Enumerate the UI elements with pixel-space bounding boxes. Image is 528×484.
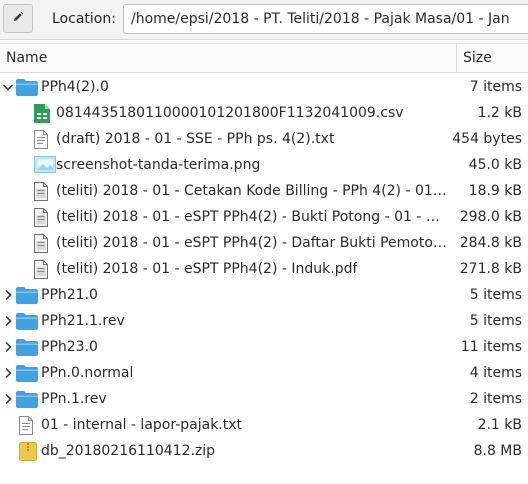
- item-size: 298.0 kB: [459, 209, 522, 225]
- item-name: (teliti) 2018 - 01 - eSPT PPh4(2) - Bukt…: [56, 209, 448, 225]
- item-name: (teliti) 2018 - 01 - eSPT PPh4(2) - Indu…: [56, 261, 358, 277]
- size-column-header[interactable]: Size: [463, 50, 492, 66]
- file-row[interactable]: (teliti) 2018 - 01 - eSPT PPh4(2) - Indu…: [0, 256, 528, 282]
- file-row[interactable]: (teliti) 2018 - 01 - eSPT PPh4(2) - Daft…: [0, 230, 528, 256]
- name-column-header[interactable]: Name: [6, 50, 47, 66]
- folder-icon: [16, 312, 38, 330]
- item-name: 0814435180110000101201800F1132041009.csv: [56, 105, 404, 121]
- text-file-icon: [19, 416, 39, 435]
- item-name: PPh4(2).0: [41, 79, 109, 95]
- item-name: PPn.1.rev: [41, 391, 107, 407]
- item-size: 454 bytes: [452, 131, 522, 147]
- folder-icon: [16, 364, 38, 382]
- file-row[interactable]: 0814435180110000101201800F1132041009.csv…: [0, 100, 528, 126]
- folder-row[interactable]: PPn.0.normal 4 items: [0, 360, 528, 386]
- chevron-right-icon[interactable]: [2, 393, 14, 405]
- item-size: 2 items: [469, 391, 522, 407]
- item-size: 7 items: [469, 79, 522, 95]
- item-size: 2.1 kB: [477, 417, 522, 433]
- item-size: 45.0 kB: [468, 157, 522, 173]
- chevron-right-icon[interactable]: [2, 341, 14, 353]
- chevron-down-icon[interactable]: [2, 81, 14, 93]
- item-name: (teliti) 2018 - 01 - eSPT PPh4(2) - Daft…: [56, 235, 448, 251]
- pdf-file-icon: [34, 234, 54, 253]
- file-row[interactable]: (teliti) 2018 - 01 - eSPT PPh4(2) - Bukt…: [0, 204, 528, 230]
- item-name: db_20180216110412.zip: [41, 443, 216, 459]
- chevron-right-icon[interactable]: [2, 315, 14, 327]
- image-icon: [34, 156, 56, 174]
- folder-row[interactable]: PPh23.0 11 items: [0, 334, 528, 360]
- folder-row[interactable]: PPh21.0 5 items: [0, 282, 528, 308]
- item-size: 4 items: [469, 365, 522, 381]
- location-toolbar: Location: /home/epsi/2018 - PT. Teliti/2…: [0, 0, 528, 40]
- item-size: 8.8 MB: [473, 443, 522, 459]
- item-size: 284.8 kB: [459, 235, 522, 251]
- item-name: PPn.0.normal: [41, 365, 134, 381]
- folder-icon: [16, 338, 38, 356]
- item-name: PPh21.0: [41, 287, 98, 303]
- folder-row[interactable]: PPh4(2).0 7 items: [0, 74, 528, 100]
- item-size: 1.2 kB: [477, 105, 522, 121]
- item-name: (draft) 2018 - 01 - SSE - PPh ps. 4(2).t…: [56, 131, 335, 147]
- folder-icon: [16, 390, 38, 408]
- item-size: 5 items: [469, 313, 522, 329]
- chevron-right-icon[interactable]: [2, 367, 14, 379]
- item-size: 11 items: [460, 339, 522, 355]
- pdf-file-icon: [34, 182, 54, 201]
- file-list: PPh4(2).0 7 items 081443518011000010120180…: [0, 74, 528, 464]
- text-file-icon: [34, 130, 54, 149]
- spreadsheet-icon: [34, 104, 54, 123]
- chevron-right-icon[interactable]: [2, 289, 14, 301]
- folder-icon: [16, 78, 38, 96]
- item-size: 271.8 kB: [459, 261, 522, 277]
- item-name: 01 - internal - lapor-pajak.txt: [41, 417, 243, 433]
- pdf-file-icon: [34, 260, 54, 279]
- location-path-input[interactable]: /home/epsi/2018 - PT. Teliti/2018 - Paja…: [123, 4, 528, 34]
- item-name: PPh21.1.rev: [41, 313, 125, 329]
- item-name: screenshot-tanda-terima.png: [56, 157, 261, 173]
- item-size: 18.9 kB: [468, 183, 522, 199]
- item-name: (teliti) 2018 - 01 - Cetakan Kode Billin…: [56, 183, 448, 199]
- location-label: Location:: [52, 11, 116, 27]
- file-row[interactable]: screenshot-tanda-terima.png 45.0 kB: [0, 152, 528, 178]
- folder-row[interactable]: PPn.1.rev 2 items: [0, 386, 528, 412]
- edit-location-button[interactable]: [3, 4, 33, 33]
- folder-row[interactable]: PPh21.1.rev 5 items: [0, 308, 528, 334]
- file-row[interactable]: db_20180216110412.zip 8.8 MB: [0, 438, 528, 464]
- folder-icon: [16, 286, 38, 304]
- pencil-icon: [12, 11, 24, 27]
- item-size: 5 items: [469, 287, 522, 303]
- archive-icon: [19, 442, 39, 461]
- file-row[interactable]: (teliti) 2018 - 01 - Cetakan Kode Billin…: [0, 178, 528, 204]
- pdf-file-icon: [34, 208, 54, 227]
- column-header: Name Size: [0, 43, 528, 73]
- file-row[interactable]: 01 - internal - lapor-pajak.txt 2.1 kB: [0, 412, 528, 438]
- file-row[interactable]: (draft) 2018 - 01 - SSE - PPh ps. 4(2).t…: [0, 126, 528, 152]
- column-separator[interactable]: [456, 44, 457, 72]
- item-name: PPh23.0: [41, 339, 98, 355]
